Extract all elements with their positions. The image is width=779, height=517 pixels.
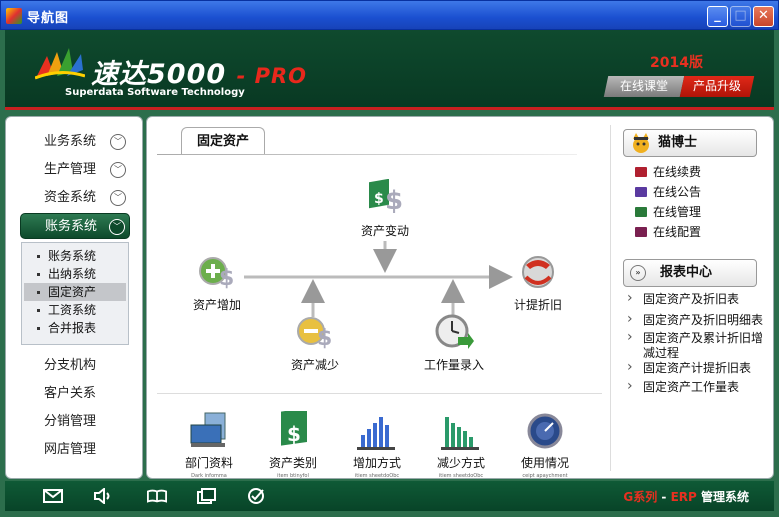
sidebar-item-production[interactable]: 生产管理 ﹀ [20,157,130,183]
depreciation-icon [522,256,554,288]
chevron-down-icon: ﹀ [109,219,125,235]
upgrade-button[interactable]: 产品升级 [679,76,755,97]
submenu-item-payroll[interactable]: 工资系统 [24,301,126,319]
accounting-submenu: 账务系统 出纳系统 固定资产 工资系统 合并报表 [21,242,129,345]
asset-decrease-node[interactable]: $ 资产减少 [283,313,347,373]
window-title: 导航图 [27,11,70,26]
sidebar-item-crm[interactable]: 客户关系 [20,381,130,407]
section-divider [157,393,602,394]
increase-method-label: 增加方式 [352,456,401,470]
open-book-icon[interactable] [147,488,167,504]
submenu-item-ledger[interactable]: 账务系统 [24,247,126,265]
maximize-button[interactable]: □ [730,6,751,27]
clock-icon [435,314,474,349]
report-link-provision[interactable]: 固定资产计提折旧表 [625,360,773,376]
close-button[interactable]: ✕ [753,6,774,27]
sidebar-item-accounting[interactable]: 账务系统 ﹀ [20,213,130,239]
book-icon [635,167,647,177]
minimize-button[interactable]: _ [707,6,728,27]
book-icon [635,187,647,197]
asset-increase-node[interactable]: $ 资产增加 [185,253,249,313]
increase-chart-icon [357,417,395,450]
dept-data-icon [190,412,226,447]
increase-method-sublabel: itiem sheetdoObc [354,473,400,479]
plus-dollar-icon: $ [199,257,234,291]
panel-divider [610,125,611,471]
asset-category-icon: $ [281,407,307,446]
app-icon [6,8,22,24]
doctor-cat-header[interactable]: 猫博士 [623,129,757,157]
sidebar-item-branches[interactable]: 分支机构 [20,353,130,379]
sidebar: 业务系统 ﹀ 生产管理 ﹀ 资金系统 ﹀ 账务系统 ﹀ 账务系统 出纳系统 固定资产 工… [5,116,143,479]
speaker-icon[interactable] [93,488,113,504]
brand-suffix: - PRO [236,64,308,88]
report-link-workload[interactable]: 固定资产工作量表 [625,379,773,395]
decrease-method-sublabel: itiem sheetdoObc [438,473,484,479]
chevron-down-icon: ﹀ [110,134,126,150]
decrease-method-button[interactable]: 减少方式 itiem sheetdoObc [421,411,501,479]
svg-text:$: $ [287,422,301,446]
sidebar-item-funds[interactable]: 资金系统 ﹀ [20,185,130,211]
workload-entry-node[interactable]: 工作量录入 [419,313,489,373]
dept-data-sublabel: Dark infomma [191,473,227,479]
increase-method-button[interactable]: 增加方式 itiem sheetdoObc [337,411,417,479]
submenu-item-fixed-assets[interactable]: 固定资产 [24,283,126,301]
chevron-down-icon: ﹀ [110,162,126,178]
header-divider [5,107,774,110]
decrease-method-label: 减少方式 [436,456,485,470]
usage-gauge-icon [527,413,563,449]
svg-text:$: $ [374,191,384,207]
footer-brand: G系列 - ERP 管理系统 [623,490,749,504]
depreciation-node[interactable]: 计提折旧 [503,253,573,313]
svg-text:$: $ [317,326,332,351]
documents-icon[interactable] [197,488,217,504]
main-panel: 固定资产 $ $ 资产变动 $ 资产增加 $ 资产减少 工作量录入 计提折旧 部… [146,116,774,479]
footer-bar: G系列 - ERP 管理系统 [5,481,774,511]
usage-status-button[interactable]: 使用情况 ceipt apaychment [505,411,585,479]
sidebar-item-webshop[interactable]: 网店管理 [20,437,130,463]
chevron-down-icon: ﹀ [110,190,126,206]
asset-category-label: 资产类别 [268,456,317,470]
title-bar: 导航图 _ □ ✕ [0,0,779,30]
decrease-chart-icon [441,417,479,450]
online-notice-link[interactable]: 在线公告 [635,182,701,202]
cat-doctor-icon [633,133,649,153]
online-renewal-link[interactable]: 在线续费 [635,162,701,182]
minus-dollar-icon: $ [297,317,332,351]
version-year: 2014版 [650,55,703,71]
dept-data-label: 部门资料 [184,456,233,470]
check-circle-icon[interactable] [247,488,267,504]
report-link-depreciation-detail[interactable]: 固定资产及折旧明细表 [625,312,773,328]
sidebar-item-business[interactable]: 业务系统 ﹀ [20,129,130,155]
brand-title: 速达5000 - PRO [91,52,307,91]
app-header: 速达5000 - PRO Superdata Software Technolo… [5,30,774,110]
svg-text:$: $ [385,186,403,216]
brand-logo-icon [35,48,85,80]
asset-change-node[interactable]: $ $ 资产变动 [355,178,415,239]
submenu-item-consolidated[interactable]: 合并报表 [24,319,126,337]
asset-category-button[interactable]: $ 资产类别 item btinyfol [253,407,333,479]
dept-data-button[interactable]: 部门资料 Dark infomma [169,411,249,479]
usage-status-sublabel: ceipt apaychment [522,473,568,479]
asset-category-sublabel: item btinyfol [277,473,309,479]
brand-name: 速达5000 [91,59,227,90]
double-chevron-icon: » [630,265,646,281]
online-class-button[interactable]: 在线课堂 [603,76,685,97]
report-center-header[interactable]: » 报表中心 [623,259,757,287]
asset-change-icon: $ $ [369,178,403,216]
brand-subtitle: Superdata Software Technology [65,87,245,98]
usage-status-label: 使用情况 [520,456,569,470]
svg-text:$: $ [219,266,234,291]
book-icon [635,207,647,217]
book-icon [635,227,647,237]
online-config-link[interactable]: 在线配置 [635,222,701,242]
mail-icon[interactable] [43,488,63,504]
online-manage-link[interactable]: 在线管理 [635,202,701,222]
submenu-item-cashier[interactable]: 出纳系统 [24,265,126,283]
report-link-accumulated[interactable]: 固定资产及累计折旧增减过程 [625,330,773,361]
report-link-depreciation[interactable]: 固定资产及折旧表 [625,291,773,307]
sidebar-item-distribution[interactable]: 分销管理 [20,409,130,435]
